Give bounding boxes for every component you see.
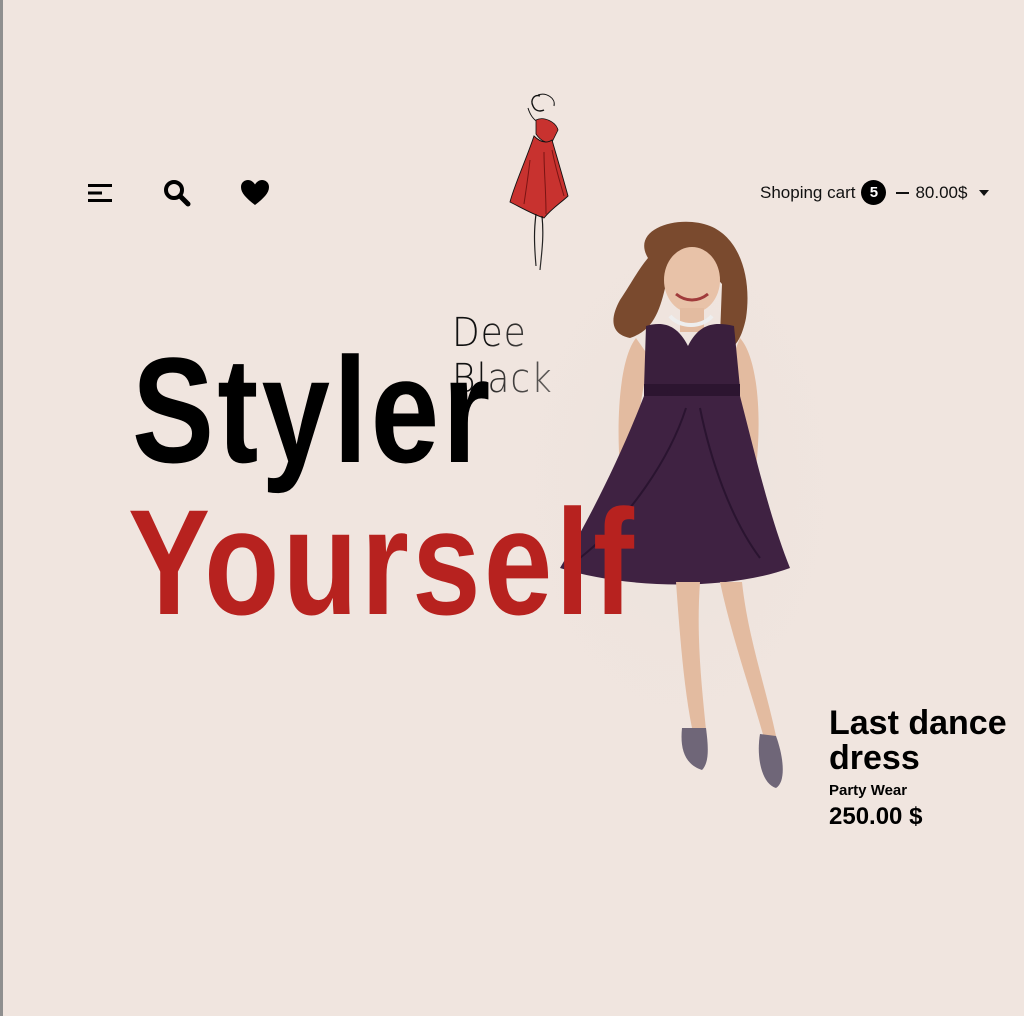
hero-headline-line2: Yourself (128, 478, 638, 646)
shopping-cart[interactable]: Shoping cart 5 80.00$ (760, 180, 990, 205)
product-name[interactable]: Last dance dress (829, 706, 1024, 776)
cart-label: Shoping cart (760, 182, 856, 202)
wishlist-button[interactable] (240, 178, 270, 208)
hero-headline-line1: Styler (132, 326, 494, 494)
product-price: 250.00 $ (829, 803, 923, 830)
heart-icon (241, 180, 269, 205)
product-category: Party Wear (829, 782, 908, 799)
cart-dash (896, 191, 910, 194)
search-button[interactable] (162, 178, 192, 208)
menu-icon (88, 184, 112, 202)
window-edge (0, 0, 3, 1016)
chevron-down-icon[interactable] (979, 189, 990, 196)
cart-total: 80.00$ (915, 182, 968, 202)
product-card[interactable]: Last dance dress Party Wear 250.00 $ (829, 706, 1024, 831)
search-icon (164, 180, 191, 207)
cart-count-badge: 5 (861, 180, 887, 205)
menu-button[interactable] (85, 178, 115, 208)
